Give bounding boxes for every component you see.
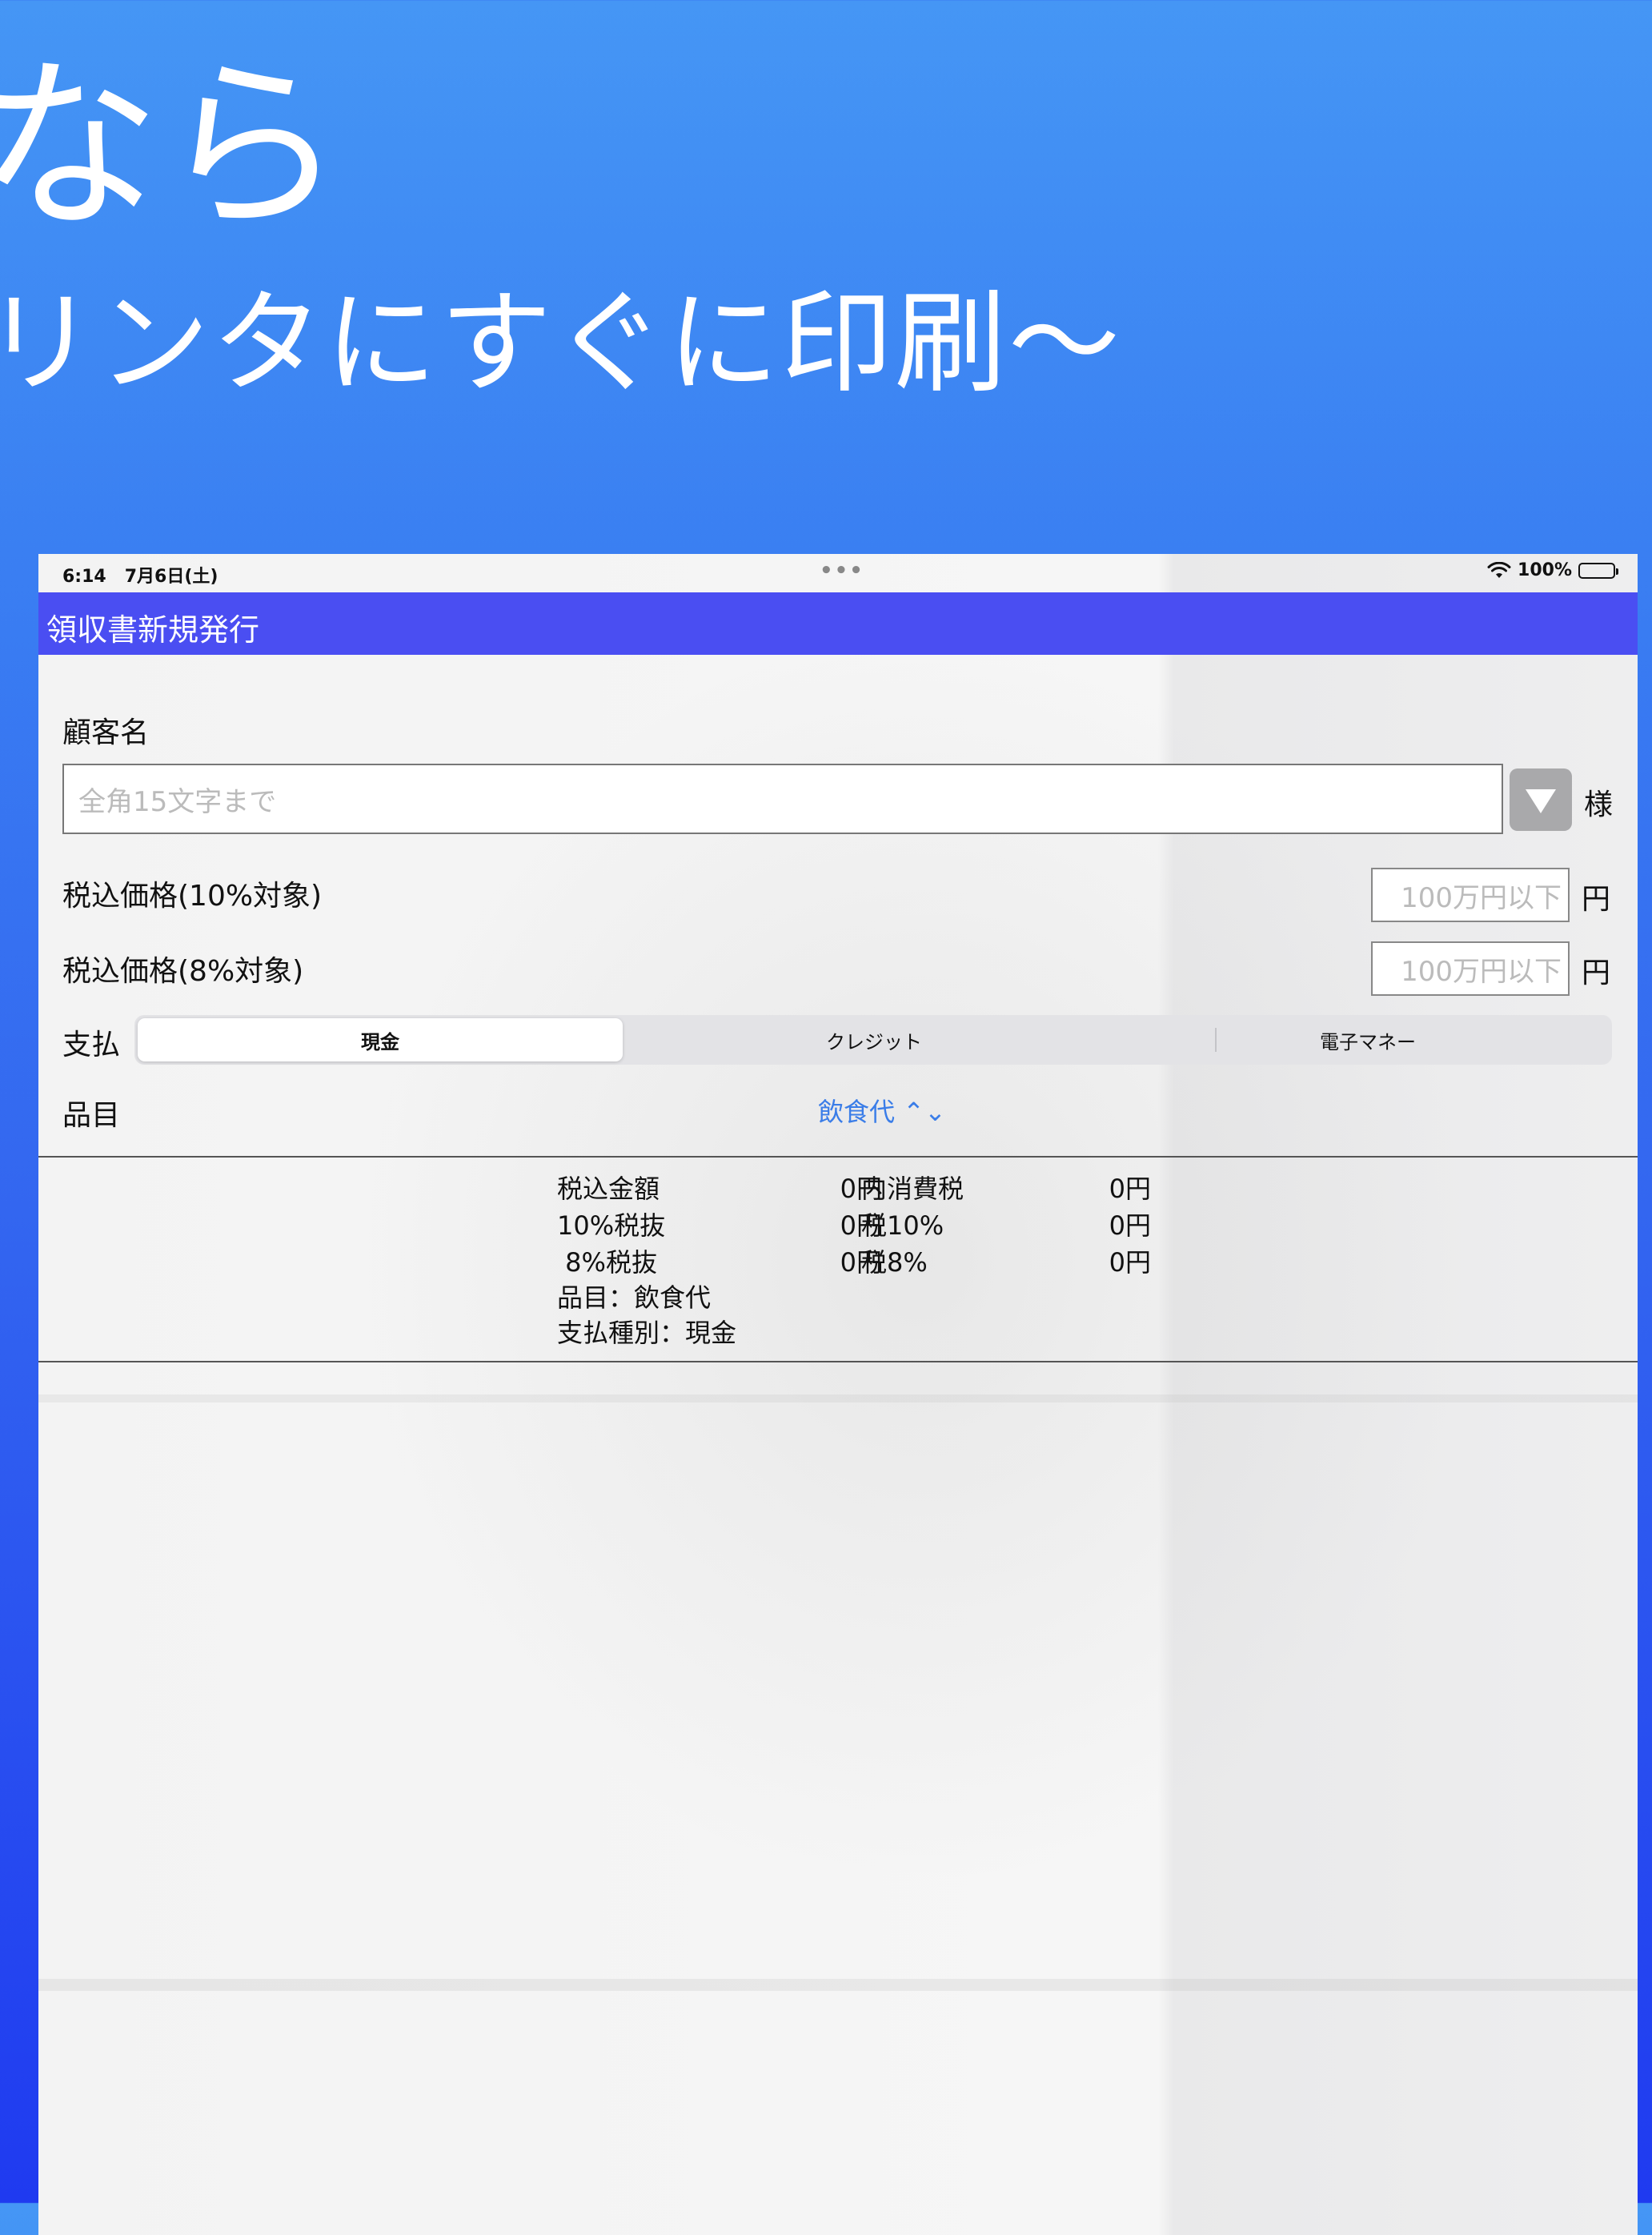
payment-option-credit[interactable]: クレジット <box>626 1018 1122 1061</box>
page-title: 領収書新規発行 <box>46 612 260 648</box>
summary-label: 8%税抜 <box>557 1247 657 1278</box>
price-8-placeholder: 100万円以下 <box>1401 955 1562 988</box>
customer-name-placeholder: 全角15文字まで <box>78 785 277 818</box>
multitasking-dots-icon[interactable]: ••• <box>820 559 864 583</box>
promo-headline-1: なら <box>0 41 345 255</box>
price-10-input[interactable]: 100万円以下 <box>1371 868 1570 922</box>
summary-value: 0円 <box>1109 1174 1151 1204</box>
price-8-yen: 円 <box>1582 957 1611 989</box>
summary-label: 内消費税 <box>861 1174 964 1204</box>
item-picker[interactable]: 飲食代 ⌃⌄ <box>818 1092 946 1129</box>
summary-payment-line: 支払種別：現金 <box>557 1318 737 1348</box>
summary-item-line: 品目：飲食代 <box>557 1282 712 1313</box>
summary-label: 税10% <box>861 1210 944 1241</box>
honorific-label: 様 <box>1584 788 1614 821</box>
wifi-icon <box>1487 561 1511 578</box>
item-label: 品目 <box>62 1099 121 1132</box>
triangle-down-icon <box>1526 789 1556 813</box>
customer-name-label: 顧客名 <box>62 716 150 749</box>
summary-label: 10%税抜 <box>557 1210 666 1241</box>
summary-label: 税8% <box>861 1247 928 1278</box>
customer-name-input[interactable]: 全角15文字まで <box>62 764 1503 834</box>
status-right: 100% <box>1487 560 1618 580</box>
status-time: 6:14 7月6日(土) <box>62 567 219 587</box>
device-screen: 6:14 7月6日(土) ••• 100% 領収書新規発行 顧客名 全角15文字… <box>38 554 1638 2235</box>
customer-dropdown-button[interactable] <box>1510 768 1572 831</box>
summary-bottom-divider <box>38 1361 1638 1362</box>
battery-percent: 100% <box>1518 560 1572 580</box>
summary-value: 0円 <box>1109 1247 1151 1278</box>
battery-icon <box>1578 562 1618 579</box>
payment-label: 支払 <box>62 1029 121 1061</box>
summary-value: 0円 <box>1109 1210 1151 1241</box>
status-date: 7月6日(土) <box>124 567 219 587</box>
payment-segmented-control: 現金 クレジット 電子マネー <box>134 1015 1612 1065</box>
nav-bar: 領収書新規発行 <box>38 592 1638 655</box>
summary-top-divider <box>38 1156 1638 1158</box>
payment-option-emoney[interactable]: 電子マネー <box>1127 1018 1609 1061</box>
promo-headline-2: リンタにすぐに印刷〜 <box>0 279 1122 409</box>
payment-option-cash[interactable]: 現金 <box>138 1018 623 1061</box>
price-10-label: 税込価格(10%対象) <box>62 880 323 913</box>
price-8-label: 税込価格(8%対象) <box>62 955 304 988</box>
price-10-yen: 円 <box>1582 883 1611 916</box>
price-8-input[interactable]: 100万円以下 <box>1371 941 1570 996</box>
status-bar: 6:14 7月6日(土) ••• 100% <box>38 554 1638 592</box>
summary-label: 税込金額 <box>557 1174 660 1204</box>
price-10-placeholder: 100万円以下 <box>1401 881 1562 914</box>
